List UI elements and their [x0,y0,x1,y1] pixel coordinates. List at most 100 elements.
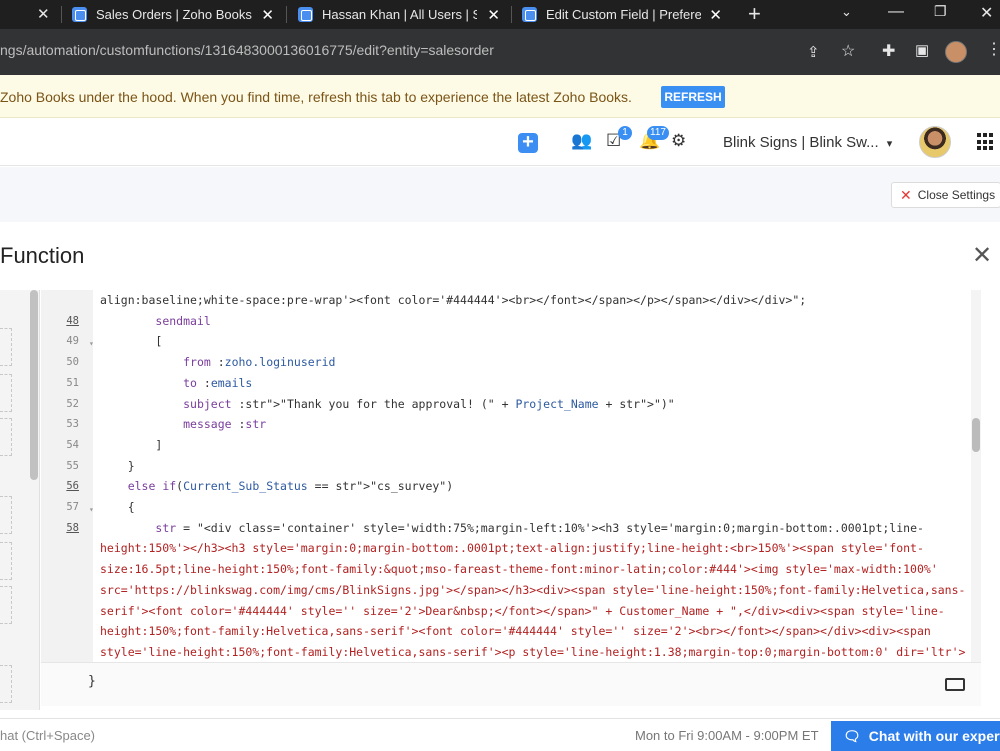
line-number: 58 [66,521,79,534]
code-line[interactable]: serif'><font color='#444444' style='' si… [100,601,945,622]
zoho-books-favicon-icon [72,7,87,22]
share-icon[interactable]: ⇪ [807,43,820,61]
line-number: 51 [66,376,79,389]
browser-menu-icon[interactable]: ⋮ [986,39,1000,59]
refresh-button[interactable]: REFRESH [661,86,725,108]
fold-toggle-icon[interactable]: ▾ [89,500,94,521]
closing-brace: } [88,674,96,689]
close-settings-button[interactable]: ✕ Close Settings [891,182,1000,208]
chevron-down-icon: ▾ [886,138,893,150]
notifications-badge: 117 [647,126,669,140]
close-panel-icon[interactable]: ✕ [972,241,992,270]
users-icon[interactable]: 👥 [571,131,592,151]
code-line[interactable]: } [100,456,135,477]
page-footer: hat (Ctrl+Space) Mon to Fri 9:00AM - 9:0… [0,718,1000,751]
restore-icon[interactable]: ❐ [934,3,947,20]
code-line[interactable]: height:150%;font-family:Helvetica,sans-s… [100,621,931,642]
close-icon[interactable]: ✕ [37,5,50,23]
tab-sales-orders[interactable]: Sales Orders | Zoho Books ✕ [72,0,274,29]
notice-text: Zoho Books under the hood. When you find… [0,89,632,105]
extensions-icon[interactable]: ✚ [882,41,895,61]
line-number: 49 [66,335,79,348]
organization-switcher[interactable]: Blink Signs | Blink Sw... ▾ [723,134,892,151]
placeholder-box [0,374,12,412]
code-line[interactable]: size:16.5pt;line-height:150%;font-family… [100,559,938,580]
code-line[interactable]: from :zoho.loginuserid [100,352,335,373]
left-scrollbar[interactable] [30,290,38,480]
code-editor[interactable]: align:baseline;white-space:pre-wrap'><fo… [41,290,971,662]
chat-button-label: Chat with our experts [868,728,1000,744]
close-icon[interactable]: ✕ [261,6,274,24]
tab-label: Sales Orders | Zoho Books [96,7,252,22]
code-line[interactable]: align:baseline;white-space:pre-wrap'><fo… [100,290,806,311]
address-bar: ngs/automation/customfunctions/131648300… [0,29,1000,75]
chat-with-experts-button[interactable]: 🗨 Chat with our experts [831,721,1000,751]
code-line[interactable]: else if(Current_Sub_Status == str">"cs_s… [100,476,453,497]
placeholder-box [0,328,12,366]
placeholder-box [0,665,12,703]
tab-separator [511,6,512,23]
line-number: 55 [66,459,79,472]
close-icon[interactable]: ✕ [709,6,722,24]
fold-toggle-icon[interactable]: ▾ [89,334,94,355]
user-avatar[interactable] [919,126,951,158]
minimize-icon[interactable]: — [888,3,904,21]
url-text[interactable]: ngs/automation/customfunctions/131648300… [0,42,494,58]
tasks-badge: 1 [618,126,632,140]
new-tab-button[interactable]: + [748,1,761,27]
placeholder-box [0,586,12,624]
code-line[interactable]: message :str [100,414,266,435]
line-number: 56 [66,480,79,493]
placeholder-box [0,496,12,534]
support-hours: Mon to Fri 9:00AM - 9:00PM ET [635,728,819,743]
tab-label: Edit Custom Field | Preferenc [546,7,701,22]
app-header: + 👥 ☑ 1 🔔 117 ⚙ Blink Signs | Blink Sw..… [0,118,1000,166]
placeholder-box [0,542,12,580]
scrollbar-thumb[interactable] [972,418,980,452]
line-number: 48 [66,314,79,327]
code-line[interactable]: { [100,497,135,518]
quick-create-button[interactable]: + [518,132,538,153]
close-window-icon[interactable]: ✕ [980,3,993,23]
code-line[interactable]: [ [100,331,162,352]
browser-tab-bar: ✕ Sales Orders | Zoho Books ✕ Hassan Kha… [0,0,1000,29]
keyboard-shortcuts-icon[interactable] [945,678,965,691]
bookmark-star-icon[interactable]: ☆ [841,41,855,61]
code-line[interactable]: src='https://blinkswag.com/img/cms/Blink… [100,580,965,601]
code-line[interactable]: height:150%'></h3><h3 style='margin:0;ma… [100,538,924,559]
close-settings-label: Close Settings [917,188,996,202]
tab-all-users[interactable]: Hassan Khan | All Users | Set ✕ [298,0,500,29]
tab-search-icon[interactable]: ⌄ [841,4,852,20]
tab-edit-custom-field[interactable]: Edit Custom Field | Preferenc ✕ [522,0,722,29]
profile-avatar-icon[interactable] [945,41,967,63]
zoho-books-favicon-icon [522,7,537,22]
settings-banner-pattern [0,167,1000,222]
code-line[interactable]: subject :str">"Thank you for the approva… [100,394,675,415]
close-icon: ✕ [900,186,912,203]
chat-bubble-icon: 🗨 [843,727,861,744]
code-line[interactable]: style='line-height:150%;font-family:Helv… [100,642,965,662]
line-number: 57 [66,501,79,513]
line-number: 53 [66,418,79,431]
settings-gear-icon[interactable]: ⚙ [671,131,686,151]
side-panel-icon[interactable]: ▣ [915,41,929,59]
chat-shortcut-hint[interactable]: hat (Ctrl+Space) [0,728,95,743]
update-notice-bar: Zoho Books under the hood. When you find… [0,75,1000,118]
line-number: 50 [66,356,79,369]
tab-separator [286,6,287,23]
close-icon[interactable]: ✕ [487,6,500,24]
editor-scrollbar[interactable] [971,290,981,662]
tab-label: Hassan Khan | All Users | Set [322,7,477,22]
placeholder-box [0,418,12,456]
code-line[interactable]: str = "<div class='container' style='wid… [100,518,924,539]
code-line[interactable]: to :emails [100,373,252,394]
tab-separator [61,6,62,23]
zoho-books-favicon-icon [298,7,313,22]
panel-title: Function [0,243,85,268]
line-number: 52 [66,397,79,410]
code-line[interactable]: sendmail [100,311,210,332]
line-number: 54 [66,438,79,451]
code-line[interactable]: ] [100,435,162,456]
editor-footer: } [41,662,981,706]
app-grid-icon[interactable] [977,133,995,151]
